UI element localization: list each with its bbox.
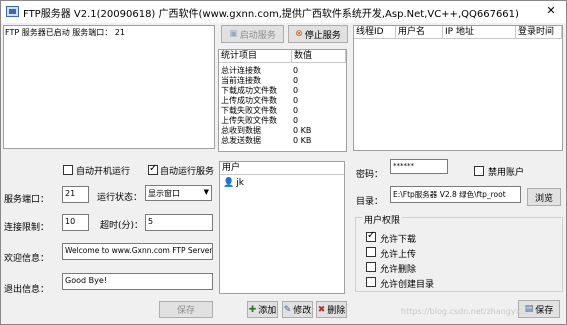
threads-panel[interactable]: 线程ID 用户名 IP 地址 登录时间 [353, 25, 563, 151]
conn-limit-input[interactable]: 10 [62, 214, 89, 231]
perm-delete-checkbox[interactable] [366, 262, 376, 272]
stop-service-button[interactable]: ⊗ 停止服务 [288, 25, 348, 43]
timeout-label: 超时(分)： [100, 221, 144, 231]
chevron-down-icon[interactable]: ▼ [204, 188, 209, 196]
conn-limit-label: 连接限制： [4, 223, 50, 233]
threads-col-ip[interactable]: IP 地址 [443, 26, 516, 39]
perm-mkdir-checkbox[interactable] [366, 277, 376, 287]
threads-col-time[interactable]: 登录时间 [516, 26, 562, 39]
port-input[interactable]: 21 [62, 186, 89, 203]
stats-header: 统计项目 数值 [219, 50, 346, 63]
window-title: FTP服务器 V2.1(20090618) 广西软件(www.gxnn.com,… [23, 9, 519, 20]
add-user-button[interactable]: ✚ 添加 [247, 301, 278, 318]
threads-col-id[interactable]: 线程ID [354, 26, 396, 39]
stats-header-item: 统计项目 [219, 50, 292, 63]
stop-icon: ⊗ [295, 29, 303, 39]
stats-row: 下载成功文件数 0 [221, 86, 299, 95]
password-label: 密码： [356, 170, 384, 180]
ftp-app-icon [6, 6, 19, 17]
app-window: FTP服务器 V2.1(20090618) 广西软件(www.gxnn.com,… [0, 0, 567, 325]
timeout-input[interactable]: 5 [145, 214, 213, 231]
users-header: 用户 [220, 162, 344, 175]
delete-user-button[interactable]: ✖ 删除 [316, 301, 347, 318]
settings-save-button[interactable]: 保存 [159, 301, 213, 318]
edit-user-label: 修改 [293, 306, 312, 316]
edit-user-icon: ✎ [283, 304, 292, 315]
stats-header-value: 数值 [292, 50, 346, 63]
user-icon: 👤 [223, 178, 235, 188]
run-state-label: 运行状态： [97, 193, 143, 203]
title-bar: FTP服务器 V2.1(20090618) 广西软件(www.gxnn.com,… [1, 1, 566, 23]
dir-input[interactable]: E:\Ftp服务器 V2.8 绿色\ftp_root [390, 186, 521, 203]
stats-row: 上传成功文件数 0 [221, 96, 299, 105]
user-name: jk [236, 178, 244, 188]
perm-mkdir-label: 允许创建目录 [380, 280, 435, 290]
welcome-label: 欢迎信息： [4, 254, 50, 264]
run-state-select[interactable]: 显示窗口 ▼ [145, 185, 212, 201]
browse-button[interactable]: 浏览 [527, 188, 561, 206]
dir-label: 目录： [356, 197, 384, 207]
stats-row: 总收到数据 0 KB [221, 126, 312, 135]
auto-boot-checkbox[interactable] [63, 165, 73, 175]
disable-account-label: 禁用账户 [488, 168, 525, 178]
start-service-label: 启动服务 [239, 30, 276, 41]
auto-run-label: 自动运行服务 [160, 167, 215, 177]
user-list-item[interactable]: 👤 jk [223, 178, 244, 188]
add-user-label: 添加 [258, 306, 277, 316]
add-user-icon: ✚ [248, 304, 257, 315]
account-save-label: 保存 [535, 305, 554, 316]
port-label: 服务端口： [4, 195, 50, 205]
users-panel[interactable]: 用户 👤 jk [219, 161, 345, 294]
stats-row: 总发送数据 0 KB [221, 136, 312, 145]
exit-input[interactable]: Good Bye! [62, 273, 213, 290]
edit-user-button[interactable]: ✎ 修改 [282, 301, 313, 318]
password-input[interactable]: ****** [390, 159, 448, 174]
stats-panel: 统计项目 数值 总计连接数 0 当前连接数 0 下载成功文件数 0 上传成功文件数 0 … [218, 49, 347, 152]
perm-download-label: 允许下载 [380, 235, 417, 245]
auto-boot-label: 自动开机运行 [76, 167, 131, 177]
play-icon: ▣ [229, 29, 238, 39]
start-service-button[interactable]: ▣ 启动服务 [221, 25, 284, 43]
stop-service-label: 停止服务 [304, 30, 341, 41]
perm-delete-label: 允许删除 [380, 265, 417, 275]
users-header-label: 用户 [222, 163, 241, 173]
status-log-panel: FTP 服务器已启动 服务端口： 21 [3, 25, 215, 149]
delete-user-icon: ✖ [317, 304, 326, 315]
watermark-text: https://blog.csdn.net/zhangyx... [401, 307, 528, 316]
perm-upload-label: 允许上传 [380, 250, 417, 260]
stats-row: 下载失败文件数 0 [221, 106, 299, 115]
perm-download-checkbox[interactable] [366, 230, 376, 242]
disable-account-checkbox[interactable] [474, 166, 484, 176]
stats-row: 当前连接数 0 [221, 76, 299, 85]
threads-header: 线程ID 用户名 IP 地址 登录时间 [354, 26, 562, 39]
exit-label: 退出信息： [4, 285, 50, 295]
status-log-text: FTP 服务器已启动 服务端口： 21 [5, 28, 125, 37]
perm-upload-checkbox[interactable] [366, 247, 376, 257]
delete-user-label: 删除 [327, 306, 346, 316]
auto-run-checkbox[interactable] [148, 163, 158, 175]
run-state-value: 显示窗口 [148, 189, 180, 198]
close-icon[interactable]: ✕ [540, 3, 562, 19]
stats-row: 上传失败文件数 0 [221, 116, 299, 125]
permissions-group-label: 用户权限 [362, 213, 403, 226]
threads-col-user[interactable]: 用户名 [396, 26, 443, 39]
stats-row: 总计连接数 0 [221, 66, 299, 75]
welcome-input[interactable]: Welcome to www.Gxnn.com FTP Server! [62, 243, 213, 260]
